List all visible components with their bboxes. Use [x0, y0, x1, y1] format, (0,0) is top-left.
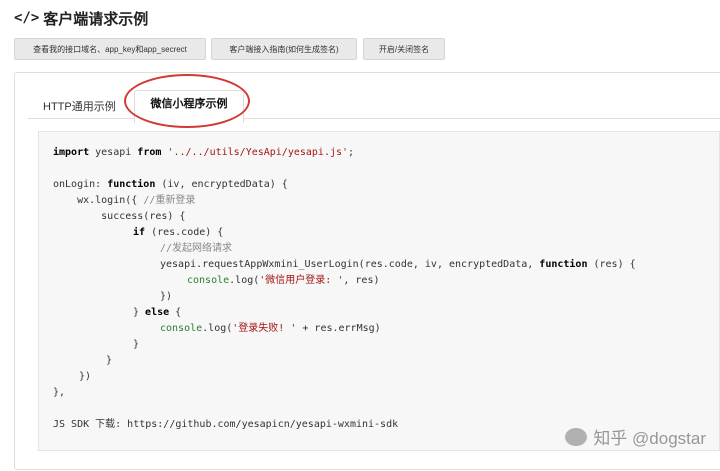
toggle-signature-button[interactable]: 开启/关闭签名 — [363, 38, 445, 60]
view-app-key-button[interactable]: 查看我的接口域名、app_key和app_secrect — [14, 38, 206, 60]
code-line: } else { — [133, 307, 182, 318]
code-line: yesapi.requestAppWxmini_UserLogin(res.co… — [160, 259, 636, 270]
code-line: }) — [160, 291, 173, 302]
code-icon: </> — [14, 10, 40, 26]
client-guide-button[interactable]: 客户端接入指南(如何生成签名) — [211, 38, 357, 60]
code-line: } — [106, 355, 113, 366]
code-line: console.log('登录失败! ' + res.errMsg) — [160, 323, 381, 334]
wechat-icon — [565, 427, 588, 446]
code-line: console.log('微信用户登录: ', res) — [187, 275, 380, 286]
code-line: }) — [79, 371, 92, 382]
sdk-download-line: JS SDK 下载: https://github.com/yesapicn/y… — [53, 419, 399, 430]
section-title-text: 客户端请求示例 — [43, 10, 149, 28]
code-line: if (res.code) { — [133, 227, 224, 238]
code-block: import yesapi from '../../utils/YesApi/y… — [38, 131, 720, 451]
code-line: import yesapi from '../../utils/YesApi/y… — [53, 147, 355, 158]
tab-divider — [28, 118, 720, 119]
code-line: }, — [53, 387, 66, 398]
code-line: onLogin: function (iv, encryptedData) { — [53, 179, 288, 190]
tab-http-example[interactable]: HTTP通用示例 — [43, 96, 116, 118]
watermark-text: 知乎 @dogstar — [593, 429, 706, 448]
code-line: wx.login({ //重新登录 — [53, 195, 196, 206]
highlight-circle — [124, 74, 250, 128]
code-line: } — [133, 339, 140, 350]
code-line: //发起网络请求 — [160, 243, 233, 254]
watermark: 知乎 @dogstar — [565, 424, 706, 449]
section-title: </> 客户端请求示例 — [14, 8, 148, 28]
code-line: success(res) { — [53, 211, 186, 222]
